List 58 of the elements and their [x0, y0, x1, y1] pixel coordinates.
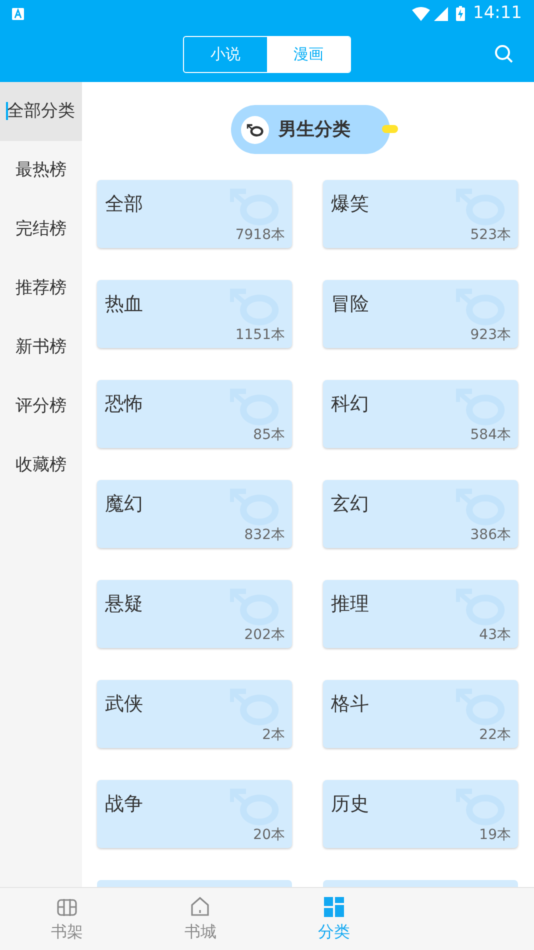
- search-icon[interactable]: [494, 44, 514, 64]
- book-count: 19本: [479, 826, 511, 845]
- category-name: 玄幻: [331, 492, 369, 517]
- male-icon: [246, 122, 264, 136]
- book-count: 1151本: [235, 326, 285, 345]
- book-count: 20本: [253, 826, 285, 845]
- category-card[interactable]: 推理 43本: [323, 580, 518, 648]
- category-name: 科幻: [331, 392, 369, 417]
- category-name: 战争: [105, 792, 143, 817]
- category-name: 历史: [331, 792, 369, 817]
- wifi-icon: [412, 6, 430, 20]
- book-count: 85本: [253, 426, 285, 445]
- sidebar-item[interactable]: 完结榜: [0, 200, 82, 259]
- category-card[interactable]: 科幻 584本: [323, 380, 518, 448]
- category-name: 爆笑: [331, 192, 369, 217]
- sidebar-item[interactable]: 评分榜: [0, 377, 82, 436]
- book-count: 22本: [479, 726, 511, 745]
- book-count: 832本: [244, 526, 285, 545]
- status-time: 14:11: [473, 2, 522, 25]
- book-count: 202本: [244, 626, 285, 645]
- category-name: 悬疑: [105, 592, 143, 617]
- category-card[interactable]: 玄幻 386本: [323, 480, 518, 548]
- category-card[interactable]: 魔幻 832本: [97, 480, 292, 548]
- sidebar-item[interactable]: 最热榜: [0, 141, 82, 200]
- category-card[interactable]: 武侠 2本: [97, 680, 292, 748]
- sidebar-item[interactable]: 全部分类: [0, 82, 82, 141]
- book-count: 7918本: [235, 226, 285, 245]
- category-name: 推理: [331, 592, 369, 617]
- battery-charging-icon: [456, 6, 465, 21]
- category-card[interactable]: 格斗 22本: [323, 680, 518, 748]
- category-name: 武侠: [105, 692, 143, 717]
- category-card[interactable]: 冒险 923本: [323, 280, 518, 348]
- category-name: 冒险: [331, 292, 369, 317]
- category-card[interactable]: 热血 1151本: [97, 280, 292, 348]
- category-card[interactable]: 战争 20本: [97, 780, 292, 848]
- sidebar-item[interactable]: 收藏榜: [0, 436, 82, 495]
- category-name: 魔幻: [105, 492, 143, 517]
- category-name: 恐怖: [105, 392, 143, 417]
- book-count: 584本: [470, 426, 511, 445]
- category-name: 格斗: [331, 692, 369, 717]
- sidebar-item[interactable]: 推荐榜: [0, 259, 82, 318]
- category-card[interactable]: 恐怖 85本: [97, 380, 292, 448]
- app-notification-icon: [12, 8, 24, 20]
- section-title: 男生分类: [278, 118, 350, 142]
- sidebar-item[interactable]: 新书榜: [0, 318, 82, 377]
- book-count: 2本: [262, 726, 285, 745]
- signal-icon: [434, 6, 448, 20]
- category-card[interactable]: 全部 7918本: [97, 180, 292, 248]
- book-count: 523本: [470, 226, 511, 245]
- category-card[interactable]: 历史 19本: [323, 780, 518, 848]
- category-card[interactable]: 悬疑 202本: [97, 580, 292, 648]
- grid-icon: [322, 894, 346, 918]
- book-count: 386本: [470, 526, 511, 545]
- category-card[interactable]: 爆笑 523本: [323, 180, 518, 248]
- book-count: 923本: [470, 326, 511, 345]
- category-name: 热血: [105, 292, 143, 317]
- category-name: 全部: [105, 192, 143, 217]
- book-count: 43本: [479, 626, 511, 645]
